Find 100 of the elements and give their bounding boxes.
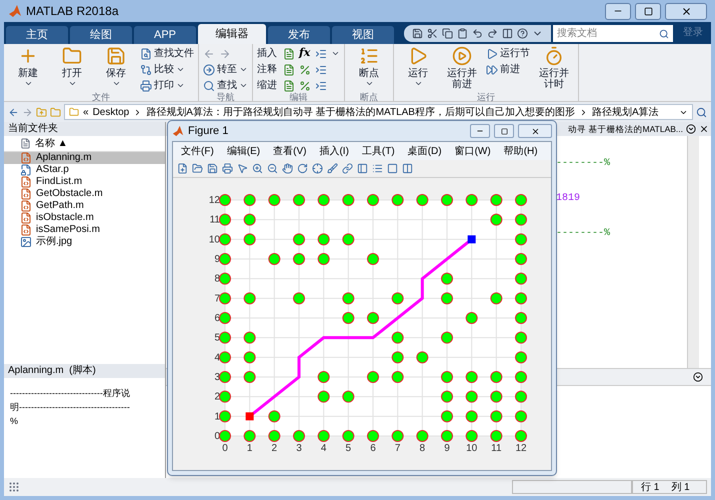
grip-icon[interactable] xyxy=(8,481,20,493)
zoom-in-icon[interactable] xyxy=(252,163,263,174)
copy-icon[interactable] xyxy=(442,28,453,39)
ribbon-tab[interactable]: 视图 xyxy=(332,26,394,44)
menu-item[interactable]: 窗口(W) xyxy=(454,144,491,158)
rotate-icon[interactable] xyxy=(297,163,308,174)
breadcrumb[interactable]: 路径规划A算法 xyxy=(592,105,659,119)
maximize-button[interactable] xyxy=(494,124,514,138)
ribbon-tab[interactable]: 编辑器 xyxy=(198,24,266,44)
back-icon[interactable] xyxy=(8,106,19,118)
printer-icon[interactable] xyxy=(222,163,233,174)
help-icon[interactable] xyxy=(517,28,528,39)
column-header[interactable]: 名称 ▲ xyxy=(35,136,68,151)
toolstrip-button[interactable]: 缩进 xyxy=(257,78,279,93)
legend-icon[interactable] xyxy=(372,163,383,174)
percent-icon[interactable] xyxy=(299,64,311,76)
toolstrip-button[interactable]: 插入 xyxy=(257,46,279,61)
toolstrip-button[interactable]: 运行并前进 xyxy=(442,46,482,92)
scissors-icon[interactable] xyxy=(427,28,438,39)
square-icon[interactable] xyxy=(387,163,398,174)
obstacle-marker xyxy=(392,371,404,383)
menu-item[interactable]: 工具(T) xyxy=(362,144,395,158)
indent-icon[interactable] xyxy=(315,64,327,76)
search-field[interactable]: 搜索文档 xyxy=(553,25,659,42)
document-icon[interactable] xyxy=(283,80,295,92)
obstacle-marker xyxy=(342,194,354,206)
function-button[interactable]: fx xyxy=(299,45,311,62)
x-tick-label: 8 xyxy=(420,443,426,454)
menu-icon[interactable] xyxy=(693,372,703,382)
toolstrip-button[interactable]: 新建 xyxy=(8,46,48,92)
obstacle-marker xyxy=(490,390,502,403)
obstacle-marker xyxy=(392,332,404,344)
file-row[interactable]: 示例.jpg xyxy=(4,236,165,248)
file-row[interactable]: isObstacle.m xyxy=(4,212,165,224)
breadcrumb[interactable]: 路径规划A算法：用于路径规划自动寻 基于栅格法的MATLAB程序，后期可以自己加入想要的图形 xyxy=(146,105,575,119)
toolstrip-button[interactable]: 比较 xyxy=(140,62,194,77)
toolstrip-button[interactable]: 查找 xyxy=(203,78,248,93)
pointer-icon[interactable] xyxy=(237,163,248,174)
redo-icon[interactable] xyxy=(487,28,498,39)
menu-item[interactable]: 编辑(E) xyxy=(226,144,260,158)
address-field[interactable]: « Desktop 路径规划A算法：用于路径规划自动寻 基于栅格法的MATLAB程序，后期可以自己加入想要的图形 路径规划A算法 xyxy=(64,104,693,120)
y-tick-label: 8 xyxy=(214,274,220,285)
toolstrip-button[interactable]: 前进 xyxy=(486,62,530,77)
overflow-button[interactable]: « xyxy=(83,105,89,119)
file-row[interactable]: FindList.m xyxy=(4,176,165,188)
search-button[interactable] xyxy=(659,25,673,42)
indent-icon[interactable] xyxy=(315,80,327,92)
toolstrip-button[interactable]: 注释 xyxy=(257,62,279,77)
obstacle-marker xyxy=(441,292,453,304)
ribbon-tab[interactable]: 发布 xyxy=(268,26,330,44)
file-row[interactable]: Aplanning.m xyxy=(4,152,165,164)
search-icon[interactable] xyxy=(696,106,707,118)
obstacle-marker xyxy=(318,390,330,403)
menu-icon[interactable] xyxy=(686,124,696,134)
panel-icon[interactable] xyxy=(402,163,413,174)
toolstrip-button[interactable]: 保存 xyxy=(96,46,136,92)
document-icon[interactable] xyxy=(283,48,295,60)
undo-icon[interactable] xyxy=(472,28,483,39)
file-row[interactable]: GetPath.m xyxy=(4,200,165,212)
ribbon-tab[interactable]: 主页 xyxy=(6,26,68,44)
percent-icon[interactable] xyxy=(299,80,311,92)
menu-item[interactable]: 插入(I) xyxy=(319,144,349,158)
breadcrumb[interactable]: Desktop xyxy=(92,105,130,119)
maximize-button[interactable] xyxy=(635,2,661,20)
menu-item[interactable]: 查看(V) xyxy=(273,144,306,158)
editor-tab[interactable]: 动寻 基于栅格法的MATLAB... xyxy=(568,122,683,136)
x-tick-label: 3 xyxy=(296,443,302,454)
zoom-out-icon[interactable] xyxy=(267,163,278,174)
document-icon[interactable] xyxy=(283,64,295,76)
menu-item[interactable]: 帮助(H) xyxy=(504,144,538,158)
crosshair-icon[interactable] xyxy=(312,163,323,174)
close-button[interactable] xyxy=(665,2,707,20)
ribbon-tab[interactable]: APP xyxy=(134,26,196,44)
panel-title: 当前文件夹 xyxy=(4,122,165,136)
indent-icon[interactable] xyxy=(315,48,327,60)
link-icon[interactable] xyxy=(342,163,353,174)
hand-icon[interactable] xyxy=(282,163,293,174)
new-file-icon[interactable] xyxy=(177,163,188,174)
locked-file-icon xyxy=(20,164,32,176)
toolstrip-button[interactable]: 运行 xyxy=(398,46,438,92)
menu-item[interactable]: 文件(F) xyxy=(181,144,214,158)
toolstrip-button[interactable]: 打开 xyxy=(52,46,92,92)
column-label: 列 1 xyxy=(671,480,690,494)
toolstrip-button[interactable]: 断点 xyxy=(349,46,389,92)
close-icon[interactable] xyxy=(699,124,709,134)
toolstrip-button[interactable]: 查找文件 xyxy=(140,46,194,61)
file-row[interactable]: AStar.p xyxy=(4,164,165,176)
window-icon[interactable] xyxy=(502,28,513,39)
clipboard-icon[interactable] xyxy=(457,28,468,39)
folder-icon[interactable] xyxy=(192,163,203,174)
scrollbar[interactable] xyxy=(687,136,699,368)
brush-icon[interactable] xyxy=(327,163,338,174)
toolstrip-button[interactable]: 转至 xyxy=(203,62,248,77)
file-row[interactable]: isSamePosi.m xyxy=(4,224,165,236)
ribbon-tab[interactable]: 绘图 xyxy=(70,26,132,44)
toolstrip-button[interactable]: 运行节 xyxy=(486,46,530,61)
file-row[interactable]: GetObstacle.m xyxy=(4,188,165,200)
toolstrip-button[interactable]: 运行并计时 xyxy=(534,46,574,92)
menu-item[interactable]: 桌面(D) xyxy=(408,144,442,158)
toolstrip-button[interactable]: 打印 xyxy=(140,78,194,93)
